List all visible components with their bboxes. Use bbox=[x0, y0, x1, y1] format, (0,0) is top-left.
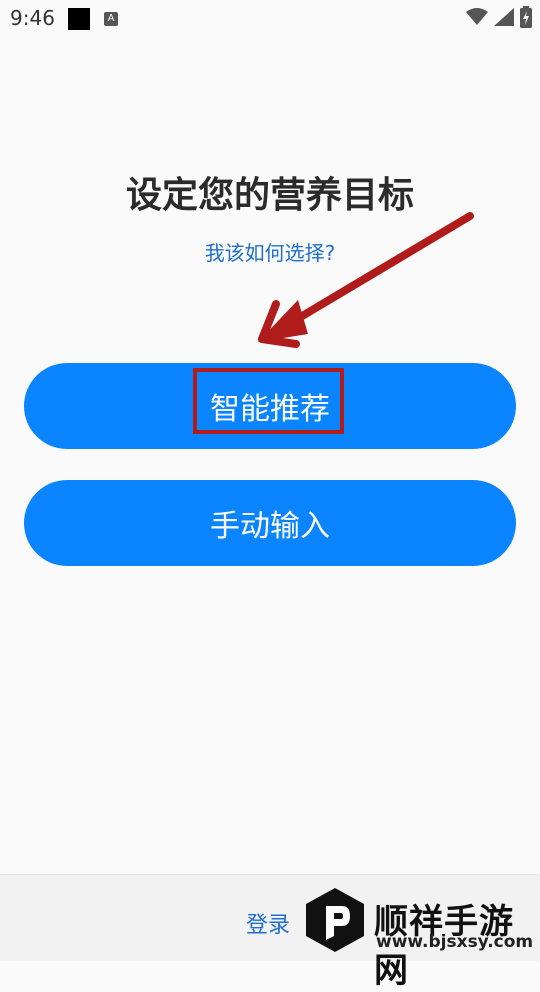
black-square-icon bbox=[68, 8, 90, 30]
status-icons bbox=[466, 6, 532, 28]
battery-charging-icon bbox=[520, 6, 532, 28]
manual-input-label: 手动输入 bbox=[210, 509, 330, 544]
manual-input-button[interactable]: 手动输入 bbox=[24, 480, 516, 566]
a-icon: A bbox=[104, 12, 118, 26]
watermark-logo-icon bbox=[306, 888, 364, 952]
smart-recommend-label: 智能推荐 bbox=[210, 392, 330, 427]
status-time: 9:46 bbox=[10, 6, 55, 30]
annotation-arrow-icon bbox=[258, 212, 474, 348]
smart-recommend-button[interactable]: 智能推荐 bbox=[24, 363, 516, 449]
wifi-icon bbox=[466, 8, 488, 25]
login-link[interactable]: 登录 bbox=[246, 907, 290, 939]
status-bar: 9:46 A bbox=[0, 0, 540, 36]
signal-icon bbox=[494, 8, 514, 26]
watermark-url: www.bjsxsy.com bbox=[376, 932, 534, 952]
